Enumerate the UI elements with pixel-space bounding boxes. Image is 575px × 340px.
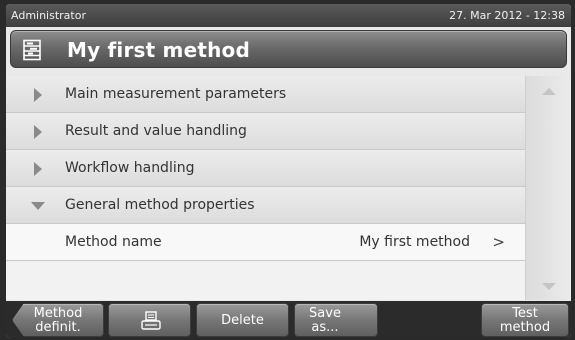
save-line1: Save (309, 306, 341, 321)
test-line2: method (499, 320, 551, 335)
section-label: Workflow handling (65, 160, 195, 176)
page-title: My first method (67, 38, 251, 62)
save-as-button[interactable]: Save as... (294, 303, 378, 337)
method-name-value: My first method (359, 234, 470, 250)
test-line1: Test (512, 306, 538, 321)
expand-arrow-icon (34, 162, 42, 176)
test-method-button[interactable]: Test method (481, 303, 569, 337)
method-icon (23, 39, 41, 61)
printer-icon (141, 311, 161, 330)
section-label: Main measurement parameters (65, 86, 287, 102)
chevron-right-icon: > (492, 233, 505, 251)
date-time: 27. Mar 2012 - 12:38 (449, 9, 565, 22)
current-user: Administrator (11, 9, 86, 22)
title-bar: My first method (10, 30, 567, 68)
back-button-line2: definit. (35, 320, 81, 335)
collapse-arrow-icon (31, 202, 45, 210)
expand-arrow-icon (34, 125, 42, 139)
scroll-down-icon[interactable] (542, 283, 556, 290)
method-name-label: Method name (65, 234, 162, 250)
print-button[interactable] (108, 303, 191, 337)
method-definition-back-button[interactable]: Method definit. (12, 303, 104, 337)
method-sections-list: Main measurement parameters Result and v… (6, 76, 525, 300)
scroll-up-icon[interactable] (542, 88, 556, 95)
section-label: Result and value handling (65, 123, 247, 139)
section-result-and-value-handling[interactable]: Result and value handling (6, 113, 525, 150)
scrollbar[interactable] (525, 76, 571, 300)
section-workflow-handling[interactable]: Workflow handling (6, 150, 525, 187)
back-button-line1: Method (33, 306, 83, 321)
action-bar: Method definit. Delete Save as... Test m… (6, 301, 571, 338)
expand-arrow-icon (34, 88, 42, 102)
device-screen: Administrator 27. Mar 2012 - 12:38 My fi… (6, 4, 571, 338)
method-content: Main measurement parameters Result and v… (6, 76, 571, 300)
method-name-row[interactable]: Method name My first method > (6, 224, 525, 261)
section-label: General method properties (65, 197, 255, 213)
save-line2: as... (311, 320, 339, 335)
status-bar: Administrator 27. Mar 2012 - 12:38 (6, 4, 571, 27)
section-general-method-properties[interactable]: General method properties (6, 187, 525, 224)
section-main-measurement-parameters[interactable]: Main measurement parameters (6, 76, 525, 113)
